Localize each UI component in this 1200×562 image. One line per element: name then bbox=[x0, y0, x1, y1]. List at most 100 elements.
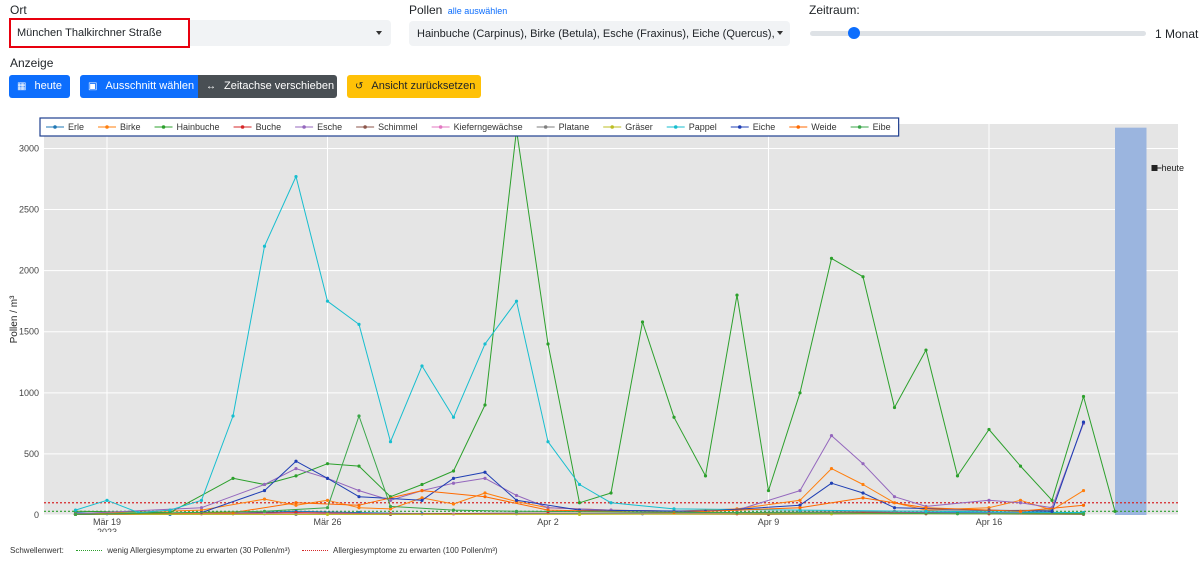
legend-label: Eiche bbox=[753, 122, 776, 132]
threshold-legend: Schwellenwert: wenig Allergiesymptome zu… bbox=[10, 546, 498, 555]
data-point bbox=[1050, 509, 1054, 513]
legend-label: Platane bbox=[559, 122, 590, 132]
data-point bbox=[1050, 498, 1054, 502]
pollen-chart[interactable]: 0 500 1000 1500 2000 2500 3000 Mär 192023 Mär 26… bbox=[0, 112, 1200, 532]
threshold-low-label: wenig Allergiesymptome zu erwarten (30 P… bbox=[107, 546, 291, 555]
y-tick-label: 3000 bbox=[19, 143, 39, 153]
data-point bbox=[1081, 512, 1086, 516]
heute-button[interactable]: ▦ heute bbox=[9, 75, 70, 98]
data-point bbox=[955, 512, 960, 516]
y-tick-label: 2500 bbox=[19, 205, 39, 215]
data-point bbox=[294, 474, 298, 478]
data-point bbox=[357, 503, 361, 507]
reset-icon: ↺ bbox=[355, 81, 364, 92]
y-tick-label: 1000 bbox=[19, 388, 39, 398]
data-point bbox=[924, 348, 928, 352]
x-tick-label: Apr 9 bbox=[758, 517, 780, 527]
legend-swatch-dot bbox=[302, 125, 306, 129]
chevron-down-icon bbox=[376, 31, 382, 35]
data-point bbox=[609, 501, 613, 505]
zeitraum-slider[interactable] bbox=[810, 27, 1146, 39]
zeitachse-button-label: Zeitachse verschieben bbox=[224, 80, 335, 92]
legend-swatch-dot bbox=[240, 125, 245, 129]
data-point bbox=[357, 322, 361, 326]
data-point bbox=[294, 466, 298, 471]
data-point bbox=[987, 498, 991, 502]
data-point bbox=[199, 498, 204, 502]
data-point bbox=[483, 491, 487, 495]
data-point bbox=[1081, 420, 1086, 424]
zeitraum-value: 1 Monat bbox=[1155, 27, 1199, 41]
data-point bbox=[231, 414, 235, 418]
legend-swatch-dot bbox=[363, 125, 367, 129]
legend-swatch-dot bbox=[105, 125, 109, 129]
legend-label: Eibe bbox=[873, 122, 891, 132]
chart-legend[interactable]: Erle Birke Hainbuche Buche Esche Schimmel Kief… bbox=[39, 117, 900, 137]
zeitraum-label: Zeitraum: bbox=[809, 3, 860, 17]
data-point bbox=[672, 415, 676, 419]
today-bar bbox=[1115, 127, 1147, 516]
pollen-select[interactable]: Hainbuche (Carpinus), Birke (Betula), Es… bbox=[409, 21, 790, 46]
data-point bbox=[325, 476, 330, 480]
data-point bbox=[861, 491, 865, 495]
heute-button-label: heute bbox=[34, 80, 62, 92]
data-point bbox=[672, 507, 676, 511]
today-label: heute bbox=[1162, 163, 1185, 173]
data-point bbox=[735, 293, 739, 297]
data-point bbox=[577, 501, 582, 505]
data-point bbox=[892, 506, 897, 510]
x-tick-label: Apr 2 bbox=[537, 517, 559, 527]
data-point bbox=[262, 482, 267, 487]
select-all-link[interactable]: alle auswählen bbox=[448, 6, 508, 16]
pollen-value: Hainbuche (Carpinus), Birke (Betula), Es… bbox=[417, 28, 777, 40]
data-point bbox=[357, 488, 361, 493]
data-point bbox=[451, 476, 456, 480]
data-point bbox=[861, 275, 865, 279]
data-point bbox=[514, 493, 519, 498]
data-point bbox=[325, 512, 330, 516]
data-point bbox=[262, 497, 267, 501]
data-point bbox=[325, 299, 330, 303]
anzeige-label: Anzeige bbox=[10, 56, 54, 70]
data-point bbox=[262, 244, 267, 248]
arrows-horizontal-icon: ↔ bbox=[206, 81, 216, 92]
legend-swatch-dot bbox=[857, 125, 862, 129]
ort-label: Ort bbox=[10, 3, 27, 17]
data-point bbox=[514, 509, 519, 513]
y-axis-label: Pollen / m³ bbox=[9, 295, 20, 343]
legend-swatch-dot bbox=[673, 125, 678, 129]
legend-swatch-dot bbox=[161, 125, 166, 129]
data-point bbox=[420, 482, 424, 487]
x-tick-label: Apr 16 bbox=[976, 517, 1003, 527]
data-point bbox=[735, 510, 739, 515]
slider-thumb[interactable] bbox=[847, 27, 860, 39]
x-tick-sublabel: 2023 bbox=[97, 527, 117, 532]
threshold-legend-label: Schwellenwert: bbox=[10, 546, 64, 555]
threshold-low-line-icon bbox=[76, 550, 103, 552]
select-region-icon: ▣ bbox=[88, 81, 98, 92]
legend-swatch-dot bbox=[737, 125, 742, 129]
ort-select[interactable]: München Thalkirchner Straße bbox=[9, 18, 391, 48]
zeitachse-button[interactable]: ↔ Zeitachse verschieben bbox=[198, 75, 337, 98]
pollen-label: Pollen alle auswählen bbox=[409, 3, 507, 17]
data-point bbox=[924, 509, 928, 513]
data-point bbox=[577, 512, 582, 516]
data-point bbox=[861, 462, 865, 466]
plot-area[interactable] bbox=[44, 124, 1178, 515]
data-point bbox=[1113, 509, 1117, 513]
calendar-icon: ▦ bbox=[17, 81, 27, 92]
data-point bbox=[73, 508, 78, 512]
reset-button-label: Ansicht zurücksetzen bbox=[371, 80, 476, 92]
data-point bbox=[357, 414, 361, 418]
data-point bbox=[294, 174, 298, 179]
ausschnitt-button[interactable]: ▣ Ausschnitt wählen bbox=[80, 75, 198, 98]
data-point bbox=[262, 488, 267, 493]
legend-swatch-dot bbox=[438, 125, 443, 129]
data-point bbox=[420, 364, 424, 368]
ausschnitt-button-label: Ausschnitt wählen bbox=[105, 80, 195, 92]
data-point bbox=[892, 405, 897, 410]
data-point bbox=[420, 488, 424, 493]
data-point bbox=[955, 474, 960, 478]
reset-button[interactable]: ↺ Ansicht zurücksetzen bbox=[347, 75, 481, 98]
data-point bbox=[577, 482, 582, 487]
